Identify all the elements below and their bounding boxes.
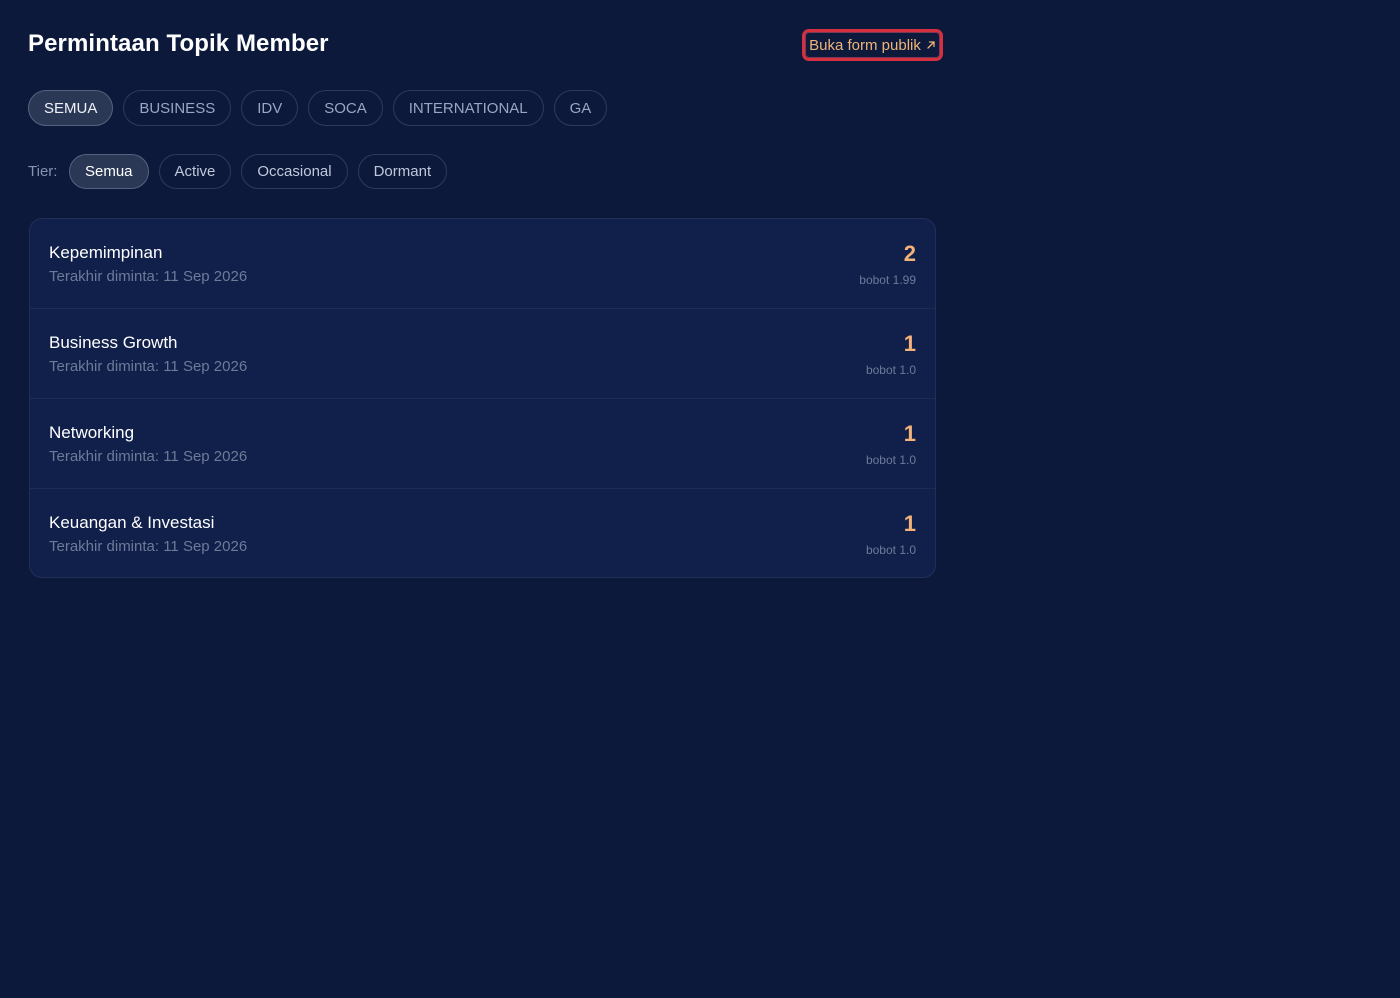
page-title: Permintaan Topik Member bbox=[28, 30, 329, 57]
topic-weight: bobot 1.0 bbox=[865, 543, 916, 557]
tier-filter-bar: Tier: Semua Active Occasional Dormant bbox=[28, 154, 448, 189]
topic-name: Networking bbox=[49, 423, 135, 442]
topic-row[interactable]: Kepemimpinan Terakhir diminta: 11 Sep 20… bbox=[30, 219, 935, 309]
group-filter-bar: SEMUA BUSINESS IDV SOCA INTERNATIONAL GA bbox=[28, 90, 608, 126]
topic-last-requested: Terakhir diminta: 11 Sep 2026 bbox=[49, 358, 248, 375]
topic-name: Business Growth bbox=[49, 333, 178, 352]
group-filter-idv[interactable]: IDV bbox=[241, 90, 299, 126]
topic-row[interactable]: Networking Terakhir diminta: 11 Sep 2026… bbox=[30, 399, 935, 489]
open-form-label: Buka form publik bbox=[809, 36, 921, 54]
topic-row[interactable]: Keuangan & Investasi Terakhir diminta: 1… bbox=[30, 489, 935, 577]
topic-request-count: 1 bbox=[903, 511, 916, 536]
topic-request-count: 2 bbox=[903, 241, 916, 266]
topic-list: Kepemimpinan Terakhir diminta: 11 Sep 20… bbox=[29, 218, 936, 578]
topic-requests-page: Permintaan Topik Member Buka form publik… bbox=[0, 0, 1400, 998]
group-filter-soca[interactable]: SOCA bbox=[308, 90, 383, 126]
topic-weight: bobot 1.0 bbox=[865, 453, 916, 467]
tier-filter-semua[interactable]: Semua bbox=[69, 154, 149, 189]
topic-weight: bobot 1.99 bbox=[859, 273, 916, 287]
topic-request-count: 1 bbox=[903, 421, 916, 446]
group-filter-business[interactable]: BUSINESS bbox=[123, 90, 232, 126]
tier-filter-label: Tier: bbox=[28, 163, 58, 180]
tier-filter-active[interactable]: Active bbox=[158, 154, 232, 189]
topic-last-requested: Terakhir diminta: 11 Sep 2026 bbox=[49, 268, 248, 285]
group-filter-semua[interactable]: SEMUA bbox=[28, 90, 114, 126]
topic-last-requested: Terakhir diminta: 11 Sep 2026 bbox=[49, 448, 248, 465]
group-filter-international[interactable]: INTERNATIONAL bbox=[392, 90, 544, 126]
topic-last-requested: Terakhir diminta: 11 Sep 2026 bbox=[49, 538, 248, 555]
group-filter-ga[interactable]: GA bbox=[553, 90, 608, 126]
topic-name: Kepemimpinan bbox=[49, 243, 163, 262]
tier-filter-occasional[interactable]: Occasional bbox=[241, 154, 348, 189]
tier-filter-dormant[interactable]: Dormant bbox=[357, 154, 448, 189]
topic-row[interactable]: Business Growth Terakhir diminta: 11 Sep… bbox=[30, 309, 935, 399]
topic-name: Keuangan & Investasi bbox=[49, 513, 215, 532]
open-public-form-button[interactable]: Buka form publik bbox=[802, 29, 943, 61]
external-arrow-icon bbox=[926, 40, 936, 50]
topic-request-count: 1 bbox=[903, 331, 916, 356]
topic-weight: bobot 1.0 bbox=[865, 363, 916, 377]
